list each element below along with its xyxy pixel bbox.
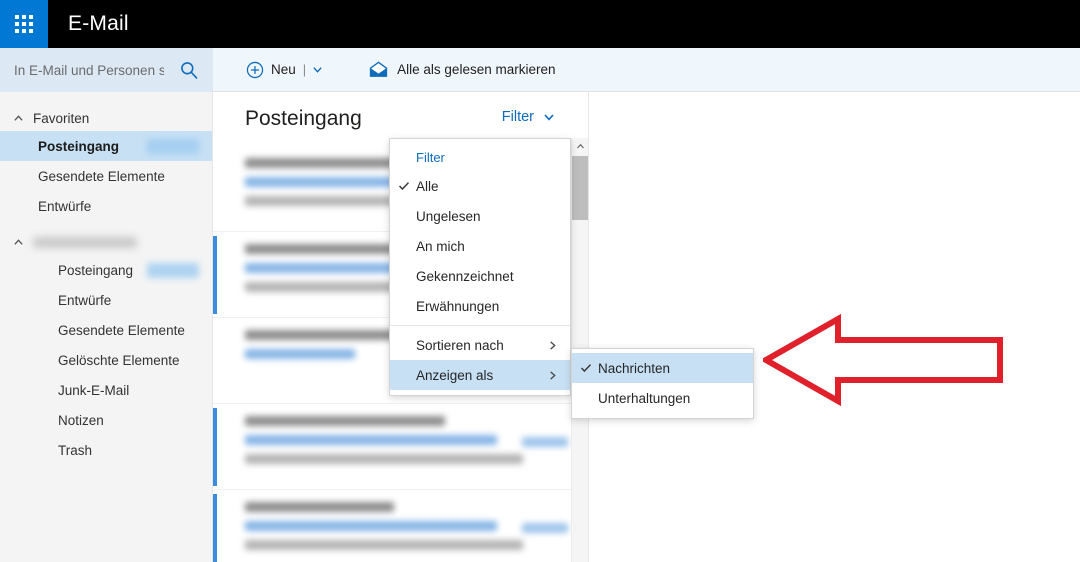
sidebar-item-junk-email[interactable]: Junk-E-Mail bbox=[0, 375, 212, 405]
sidebar-item-posteingang[interactable]: Posteingang bbox=[0, 255, 212, 285]
unread-count-badge bbox=[147, 138, 199, 154]
nav-group-favoriten[interactable]: Favoriten bbox=[0, 105, 212, 131]
outlook-web-app: E-Mail Neu | Alle als bbox=[0, 0, 1080, 562]
preview-redacted bbox=[245, 454, 523, 464]
unread-indicator bbox=[213, 408, 217, 486]
folder-sidebar: Favoriten Posteingang Gesendete Elemente… bbox=[0, 92, 213, 562]
sidebar-item-label: Gesendete Elemente bbox=[38, 168, 165, 184]
app-launcher-button[interactable] bbox=[0, 0, 48, 48]
page-title: Posteingang bbox=[245, 107, 362, 130]
sidebar-item-notizen[interactable]: Notizen bbox=[0, 405, 212, 435]
filter-menu-item-label: Alle bbox=[416, 178, 439, 194]
nav-group-label: Favoriten bbox=[33, 110, 90, 126]
chevron-down-icon bbox=[544, 114, 554, 121]
unread-indicator bbox=[213, 236, 217, 314]
filter-button-label: Filter bbox=[501, 109, 534, 125]
plus-circle-icon bbox=[246, 61, 264, 78]
sidebar-item-entwuerfe-favorite[interactable]: Entwürfe bbox=[0, 191, 212, 221]
new-mail-label: Neu bbox=[271, 62, 296, 77]
chevron-right-icon bbox=[550, 340, 556, 350]
view-as-submenu: Nachrichten Unterhaltungen bbox=[571, 348, 754, 419]
subject-redacted bbox=[245, 521, 497, 531]
menu-divider bbox=[390, 325, 570, 326]
command-bar: Neu | Alle als gelesen markieren bbox=[213, 48, 1080, 92]
nav-group-account[interactable] bbox=[0, 229, 212, 255]
submenu-item-label: Nachrichten bbox=[598, 360, 671, 376]
filter-menu-item-label: An mich bbox=[416, 238, 465, 254]
sidebar-item-gesendete-elemente-favorite[interactable]: Gesendete Elemente bbox=[0, 161, 212, 191]
sender-redacted bbox=[245, 416, 446, 426]
sidebar-item-label: Notizen bbox=[58, 412, 104, 428]
sidebar-item-gesendete-elemente[interactable]: Gesendete Elemente bbox=[0, 315, 212, 345]
filter-menu-item-gekennzeichnet[interactable]: Gekennzeichnet bbox=[390, 261, 570, 291]
timestamp-redacted bbox=[522, 523, 568, 533]
sidebar-item-label: Posteingang bbox=[38, 138, 120, 154]
chevron-up-icon bbox=[576, 143, 584, 149]
chevron-up-icon bbox=[14, 238, 23, 245]
sidebar-item-label: Gesendete Elemente bbox=[58, 322, 185, 338]
sidebar-item-label: Entwürfe bbox=[38, 198, 92, 214]
top-navigation-bar: E-Mail bbox=[0, 0, 1080, 48]
filter-menu-item-label: Gekennzeichnet bbox=[416, 268, 514, 284]
filter-menu-item-sortieren-nach[interactable]: Sortieren nach bbox=[390, 330, 570, 360]
unread-count-badge bbox=[147, 262, 199, 278]
timestamp-redacted bbox=[522, 437, 568, 447]
filter-dropdown-menu: Filter Alle Ungelesen An mich Gekennzeic… bbox=[389, 138, 571, 396]
message-list-item[interactable] bbox=[213, 404, 590, 490]
subject-redacted bbox=[245, 349, 355, 359]
filter-menu-header: Filter bbox=[416, 149, 445, 165]
sidebar-item-posteingang-favorite[interactable]: Posteingang bbox=[0, 131, 212, 161]
chevron-down-icon[interactable] bbox=[312, 64, 323, 75]
sidebar-item-geloeschte-elemente[interactable]: Gelöschte Elemente bbox=[0, 345, 212, 375]
chevron-up-icon bbox=[14, 114, 23, 121]
command-separator: | bbox=[302, 62, 307, 77]
sender-redacted bbox=[245, 502, 394, 512]
sidebar-item-trash[interactable]: Trash bbox=[0, 435, 212, 465]
submenu-item-unterhaltungen[interactable]: Unterhaltungen bbox=[572, 383, 753, 413]
filter-menu-item-label: Erwähnungen bbox=[416, 298, 500, 314]
message-list-item[interactable] bbox=[213, 490, 590, 562]
checkmark-icon bbox=[398, 182, 410, 191]
filter-button[interactable]: Filter bbox=[502, 109, 555, 125]
chevron-right-icon bbox=[550, 370, 556, 380]
mark-all-read-label: Alle als gelesen markieren bbox=[397, 62, 556, 77]
scrollbar-thumb[interactable] bbox=[572, 156, 589, 220]
open-envelope-icon bbox=[370, 61, 388, 77]
sidebar-item-label: Gelöschte Elemente bbox=[58, 352, 180, 368]
submenu-item-nachrichten[interactable]: Nachrichten bbox=[572, 353, 753, 383]
checkmark-icon bbox=[580, 364, 592, 373]
search-icon[interactable] bbox=[179, 60, 199, 80]
search-bar bbox=[0, 48, 213, 92]
filter-menu-item-an-mich[interactable]: An mich bbox=[390, 231, 570, 261]
filter-menu-item-erwaehnungen[interactable]: Erwähnungen bbox=[390, 291, 570, 321]
filter-menu-item-anzeigen-als[interactable]: Anzeigen als bbox=[390, 360, 570, 390]
filter-menu-item-label: Ungelesen bbox=[416, 208, 481, 224]
reading-pane bbox=[588, 92, 1080, 562]
sidebar-item-entwuerfe[interactable]: Entwürfe bbox=[0, 285, 212, 315]
filter-menu-item-label: Anzeigen als bbox=[416, 367, 494, 383]
unread-indicator bbox=[213, 494, 217, 562]
filter-menu-item-ungelesen[interactable]: Ungelesen bbox=[390, 201, 570, 231]
app-title: E-Mail bbox=[68, 12, 129, 35]
new-mail-button[interactable]: Neu | bbox=[238, 48, 331, 92]
sidebar-item-label: Entwürfe bbox=[58, 292, 112, 308]
sidebar-item-label: Junk-E-Mail bbox=[58, 382, 130, 398]
preview-redacted bbox=[245, 540, 523, 550]
app-launcher-grid-icon bbox=[15, 15, 33, 33]
sidebar-item-label: Posteingang bbox=[58, 262, 134, 278]
sidebar-item-label: Trash bbox=[58, 442, 93, 458]
filter-menu-item-label: Sortieren nach bbox=[416, 337, 504, 353]
nav-group-label-redacted bbox=[33, 236, 137, 248]
search-input[interactable] bbox=[14, 62, 164, 78]
scroll-up-button[interactable] bbox=[572, 138, 588, 155]
subject-redacted bbox=[245, 435, 497, 445]
filter-menu-item-alle[interactable]: Alle bbox=[390, 171, 570, 201]
mark-all-read-button[interactable]: Alle als gelesen markieren bbox=[361, 48, 563, 92]
submenu-item-label: Unterhaltungen bbox=[598, 390, 691, 406]
